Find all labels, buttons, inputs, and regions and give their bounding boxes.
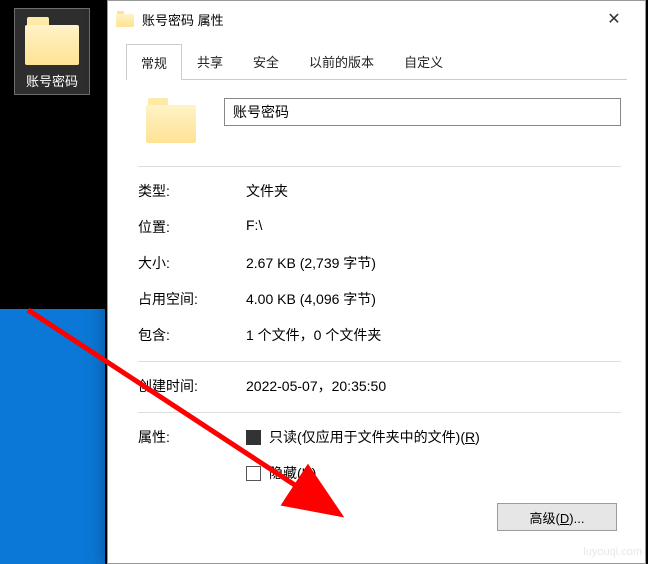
separator (138, 412, 621, 413)
folder-name-input[interactable] (224, 98, 621, 126)
hidden-label: 隐藏(H) (269, 463, 316, 483)
close-button[interactable]: ✕ (591, 4, 637, 34)
created-value: 2022-05-07，20:35:50 (246, 376, 621, 398)
desktop-selection-region (0, 309, 105, 564)
tab-previous-versions[interactable]: 以前的版本 (294, 43, 389, 79)
window-title: 账号密码 属性 (142, 10, 224, 29)
desktop-item-label: 账号密码 (15, 71, 89, 90)
tab-strip: 常规 共享 安全 以前的版本 自定义 (126, 43, 627, 80)
contains-label: 包含: (138, 325, 246, 347)
folder-icon (144, 98, 198, 144)
readonly-row[interactable]: 只读(仅应用于文件夹中的文件)(R) (246, 427, 621, 447)
location-label: 位置: (138, 217, 246, 239)
size-value: 2.67 KB (2,739 字节) (246, 253, 621, 275)
size-on-disk-value: 4.00 KB (4,096 字节) (246, 289, 621, 311)
type-label: 类型: (138, 181, 246, 203)
tab-security[interactable]: 安全 (238, 43, 294, 79)
attributes-label: 属性: (138, 427, 246, 499)
type-value: 文件夹 (246, 181, 621, 203)
size-label: 大小: (138, 253, 246, 275)
readonly-checkbox-icon[interactable] (246, 430, 261, 445)
hidden-row[interactable]: 隐藏(H) (246, 463, 621, 483)
advanced-button[interactable]: 高级(D)... (497, 503, 617, 531)
hidden-checkbox[interactable] (246, 466, 261, 481)
tab-customize[interactable]: 自定义 (389, 43, 458, 79)
contains-value: 1 个文件，0 个文件夹 (246, 325, 621, 347)
properties-dialog: 账号密码 属性 ✕ 常规 共享 安全 以前的版本 自定义 类型:文件夹 位置:F… (107, 0, 646, 564)
readonly-label: 只读(仅应用于文件夹中的文件)(R) (269, 427, 480, 447)
separator (138, 166, 621, 167)
desktop-background: 账号密码 (0, 0, 105, 564)
folder-icon (23, 17, 81, 65)
tab-sharing[interactable]: 共享 (182, 43, 238, 79)
folder-icon (116, 11, 134, 27)
separator (138, 361, 621, 362)
tab-general[interactable]: 常规 (126, 44, 182, 80)
location-value: F:\ (246, 217, 621, 239)
tab-content-general: 类型:文件夹 位置:F:\ 大小:2.67 KB (2,739 字节) 占用空间… (108, 80, 645, 517)
desktop-folder-item[interactable]: 账号密码 (14, 8, 90, 95)
size-on-disk-label: 占用空间: (138, 289, 246, 311)
titlebar[interactable]: 账号密码 属性 ✕ (108, 1, 645, 37)
created-label: 创建时间: (138, 376, 246, 398)
